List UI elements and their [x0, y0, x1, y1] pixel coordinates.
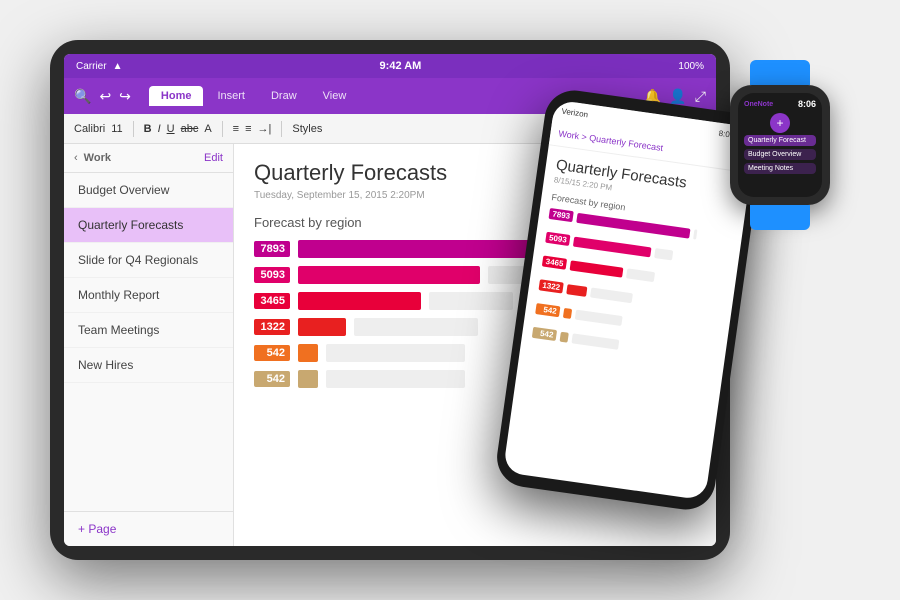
sidebar-edit-button[interactable]: Edit [204, 152, 223, 164]
bar-value-label: 542 [254, 371, 290, 387]
sidebar-header: ‹ Work Edit [64, 144, 233, 173]
battery-label: 100% [678, 61, 704, 72]
bold-button[interactable]: B [144, 123, 152, 135]
font-size[interactable]: 11 [111, 123, 122, 135]
watch-logo: OneNote [744, 101, 773, 108]
font-color-button[interactable]: A [204, 123, 211, 135]
bar-fill [298, 370, 318, 388]
watch-item-budget[interactable]: Budget Overview [744, 149, 816, 160]
phone-bar-label: 1322 [538, 279, 563, 293]
phone-bar-remainder [693, 229, 697, 239]
phone-bar-remainder [575, 309, 622, 325]
bar-remainder [429, 292, 513, 310]
search-icon[interactable]: 🔍 [74, 88, 91, 105]
watch-body: OneNote 8:06 + Quarterly Forecast Budget… [730, 85, 830, 205]
phone-bar-label: 542 [535, 303, 560, 317]
bar-value-label: 1322 [254, 319, 290, 335]
tab-view[interactable]: View [311, 86, 359, 106]
phone-bar-remainder [626, 268, 655, 282]
sidebar-item-team[interactable]: Team Meetings [64, 313, 233, 348]
phone-bar-chart: 7893 5093 3465 1322 542 542 [531, 208, 732, 368]
status-bar: Carrier ▲ 9:42 AM 100% [64, 54, 716, 78]
numbered-list-button[interactable]: ≡ [245, 123, 251, 135]
watch-add-button[interactable]: + [770, 113, 790, 133]
redo-icon[interactable]: ↪ [119, 88, 131, 105]
bar-value-label: 7893 [254, 241, 290, 257]
watch-item-meetings[interactable]: Meeting Notes [744, 163, 816, 174]
carrier-label: Carrier [76, 61, 107, 72]
bar-remainder [326, 344, 466, 362]
add-page-label: + Page [78, 522, 116, 536]
phone-bar-fill [560, 331, 570, 342]
sidebar-item-slide[interactable]: Slide for Q4 Regionals [64, 243, 233, 278]
watch-time: 8:06 [798, 99, 816, 109]
add-page-button[interactable]: + Page [64, 511, 233, 546]
tab-insert[interactable]: Insert [205, 86, 257, 106]
watch-item-quarterly[interactable]: Quarterly Forecast [744, 135, 816, 146]
bar-remainder [326, 370, 466, 388]
tab-home[interactable]: Home [149, 86, 204, 106]
phone-bar-fill [563, 307, 573, 318]
bar-value-label: 542 [254, 345, 290, 361]
font-selector[interactable]: Calibri [74, 123, 105, 135]
phone-bar-label: 7893 [548, 208, 573, 222]
watch-band-top [750, 60, 810, 85]
styles-button[interactable]: Styles [292, 123, 322, 135]
divider2 [222, 121, 223, 137]
phone-bar-fill [570, 260, 624, 277]
tab-bar: Home Insert Draw View [149, 86, 358, 106]
phone-bar-remainder [572, 333, 619, 349]
strikethrough-button[interactable]: abc [181, 123, 199, 135]
status-bar-left: Carrier ▲ [76, 61, 122, 72]
phone-bar-label: 3465 [542, 256, 567, 270]
bar-remainder [354, 318, 479, 336]
divider3 [281, 121, 282, 137]
bar-value-label: 5093 [254, 267, 290, 283]
watch-header: OneNote 8:06 [744, 99, 816, 109]
underline-button[interactable]: U [167, 123, 175, 135]
user-icon[interactable]: 👤 [669, 88, 686, 105]
sidebar-section-title: Work [84, 152, 111, 164]
expand-icon[interactable]: ⤢ [695, 88, 706, 105]
sidebar-item-monthly[interactable]: Monthly Report [64, 278, 233, 313]
phone-bar-label: 5093 [545, 232, 570, 246]
bar-value-label: 3465 [254, 293, 290, 309]
status-bar-right: 100% [678, 61, 704, 72]
phone-bar-remainder [590, 287, 632, 303]
sidebar-item-budget[interactable]: Budget Overview [64, 173, 233, 208]
undo-icon[interactable]: ↩ [99, 88, 111, 105]
bar-fill [298, 292, 421, 310]
phone-bar-remainder [654, 248, 673, 260]
indent-button[interactable]: →| [258, 123, 272, 135]
back-icon[interactable]: ‹ [74, 152, 78, 164]
sidebar-item-quarterly[interactable]: Quarterly Forecasts [64, 208, 233, 243]
phone-carrier: Verizon [561, 106, 589, 119]
tab-draw[interactable]: Draw [259, 86, 309, 106]
phone-bar-fill [573, 236, 652, 257]
italic-button[interactable]: I [158, 123, 161, 135]
watch-screen: OneNote 8:06 + Quarterly Forecast Budget… [738, 93, 822, 197]
bar-fill [298, 266, 480, 284]
bar-fill [298, 344, 318, 362]
time-label: 9:42 AM [380, 60, 422, 72]
phone-bar-fill [566, 284, 588, 297]
wifi-icon: ▲ [113, 61, 123, 72]
watch-band-bottom [750, 205, 810, 230]
bullet-list-button[interactable]: ≡ [233, 123, 239, 135]
sidebar: ‹ Work Edit Budget Overview Quarterly Fo… [64, 144, 234, 546]
phone-bar-label: 542 [532, 327, 557, 341]
divider [133, 121, 134, 137]
scene: Carrier ▲ 9:42 AM 100% 🔍 ↩ ↪ Home Insert… [0, 0, 900, 600]
sidebar-header-left: ‹ Work [74, 152, 111, 164]
watch-device: OneNote 8:06 + Quarterly Forecast Budget… [710, 60, 850, 230]
bar-fill [298, 318, 346, 336]
sidebar-item-hires[interactable]: New Hires [64, 348, 233, 383]
